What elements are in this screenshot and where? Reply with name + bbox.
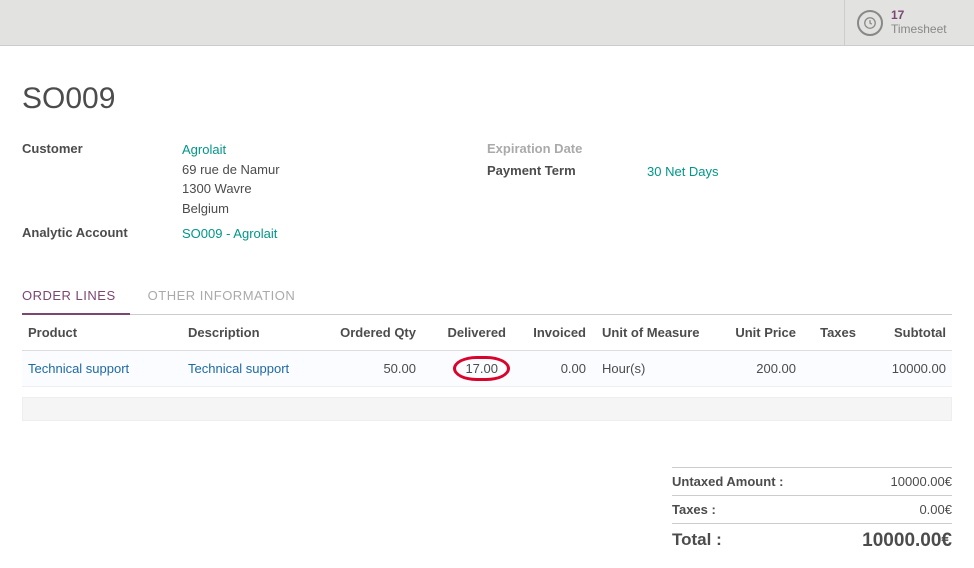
cell-taxes[interactable] (802, 350, 862, 386)
tab-other-information[interactable]: OTHER INFORMATION (148, 280, 310, 314)
customer-city: 1300 Wavre (182, 181, 252, 196)
customer-value[interactable]: Agrolait 69 rue de Namur 1300 Wavre Belg… (182, 140, 487, 218)
tabs: ORDER LINES OTHER INFORMATION (22, 280, 952, 315)
timesheet-button[interactable]: 17 Timesheet (844, 0, 974, 45)
col-description[interactable]: Description (182, 315, 332, 351)
total-value: 10000.00€ (862, 530, 952, 552)
payment-term-value[interactable]: 30 Net Days (647, 162, 952, 182)
payment-term-label: Payment Term (487, 162, 647, 178)
untaxed-value: 10000.00€ (891, 474, 952, 489)
taxes-label: Taxes : (672, 502, 716, 517)
customer-country: Belgium (182, 201, 229, 216)
expiration-label: Expiration Date (487, 140, 647, 156)
untaxed-label: Untaxed Amount : (672, 474, 783, 489)
cell-uom[interactable]: Hour(s) (592, 350, 712, 386)
col-delivered[interactable]: Delivered (422, 315, 512, 351)
cell-delivered[interactable]: 17.00 (422, 350, 512, 386)
analytic-value[interactable]: SO009 - Agrolait (182, 224, 487, 244)
taxes-value: 0.00€ (919, 502, 952, 517)
top-bar: 17 Timesheet (0, 0, 974, 46)
timesheet-label: Timesheet (891, 23, 947, 36)
totals: Untaxed Amount : 10000.00€ Taxes : 0.00€… (672, 467, 952, 558)
delivered-highlight: 17.00 (457, 359, 506, 378)
total-label: Total : (672, 530, 722, 552)
form-content: SO009 Customer Agrolait 69 rue de Namur … (0, 46, 974, 568)
tab-order-lines[interactable]: ORDER LINES (22, 280, 130, 315)
table-row[interactable]: Technical support Technical support 50.0… (22, 350, 952, 386)
cell-product[interactable]: Technical support (22, 350, 182, 386)
col-uom[interactable]: Unit of Measure (592, 315, 712, 351)
cell-unit-price[interactable]: 200.00 (712, 350, 802, 386)
clock-icon (857, 10, 883, 36)
order-name: SO009 (22, 82, 952, 116)
cell-invoiced[interactable]: 0.00 (512, 350, 592, 386)
col-ordered[interactable]: Ordered Qty (332, 315, 422, 351)
timesheet-count: 17 (891, 9, 947, 22)
cell-description[interactable]: Technical support (182, 350, 332, 386)
col-subtotal[interactable]: Subtotal (862, 315, 952, 351)
customer-name-link[interactable]: Agrolait (182, 142, 226, 157)
analytic-label: Analytic Account (22, 224, 182, 240)
customer-street: 69 rue de Namur (182, 162, 280, 177)
col-invoiced[interactable]: Invoiced (512, 315, 592, 351)
col-taxes[interactable]: Taxes (802, 315, 862, 351)
col-product[interactable]: Product (22, 315, 182, 351)
col-unit-price[interactable]: Unit Price (712, 315, 802, 351)
table-footer-bar (22, 397, 952, 421)
customer-label: Customer (22, 140, 182, 156)
cell-ordered[interactable]: 50.00 (332, 350, 422, 386)
cell-subtotal[interactable]: 10000.00 (862, 350, 952, 386)
order-lines-table: Product Description Ordered Qty Delivere… (22, 315, 952, 387)
